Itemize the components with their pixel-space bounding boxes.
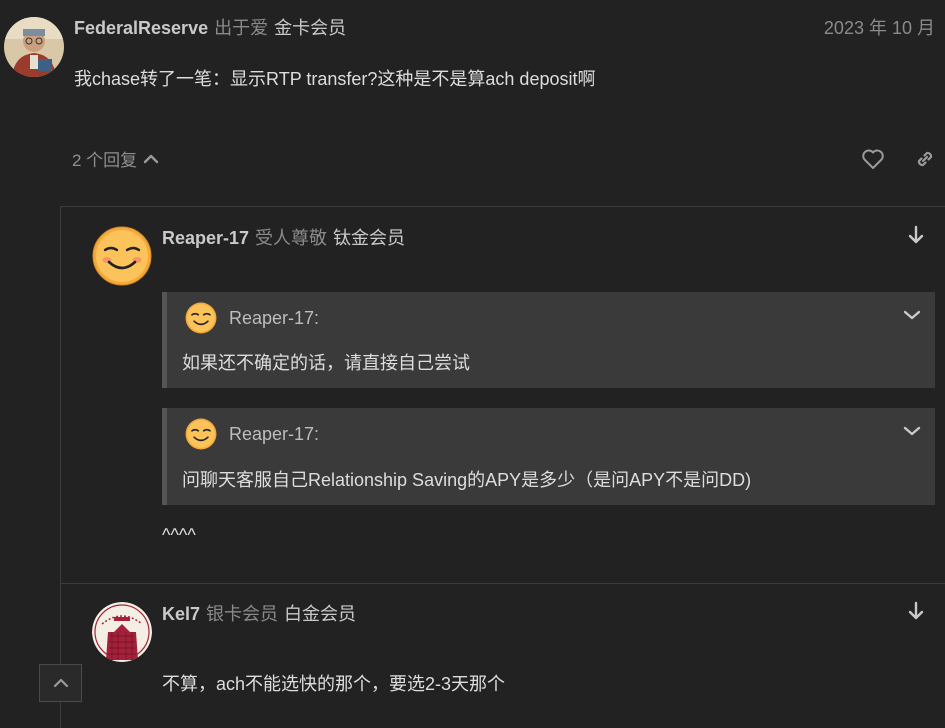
share-link-button[interactable]: [912, 146, 938, 172]
avatar-kel7[interactable]: [92, 602, 152, 662]
heart-icon: [862, 149, 884, 169]
chevron-down-icon: [903, 310, 921, 320]
link-icon: [917, 151, 933, 167]
arrow-down-icon: [908, 225, 924, 244]
username-reaper-17[interactable]: Reaper-17: [162, 228, 249, 248]
avatar-federalreserve[interactable]: [4, 17, 64, 77]
like-button[interactable]: [860, 146, 886, 172]
reply1-body: ^^^^: [162, 525, 196, 545]
reply2-body: 不算，ach不能选快的那个，要选2-3天那个: [162, 674, 506, 694]
scroll-to-top-button[interactable]: [39, 664, 82, 702]
user-group-flair[interactable]: 钛金会员: [333, 228, 405, 248]
user-title-flair: 出于爱: [214, 18, 269, 38]
post-body: 我chase转了一笔：显示RTP transfer?这种是不是算ach depo…: [74, 69, 596, 89]
quote-author: Reaper-17:: [229, 423, 320, 444]
quote-header: Reaper-17:: [185, 418, 319, 450]
show-replies-button[interactable]: 2 个回复: [72, 146, 159, 171]
reply2-author-line: Kel7 银卡会员 白金会员: [162, 600, 356, 626]
chevron-up-icon: [143, 154, 159, 163]
seal-avatar-image: [92, 602, 152, 662]
quote-header: Reaper-17:: [185, 302, 319, 334]
jump-to-post-button[interactable]: [903, 222, 929, 248]
quote-text: 如果还不确定的话，请直接自己尝试: [182, 353, 470, 373]
user-title-flair: 银卡会员: [206, 604, 279, 624]
quote-text: 问聊天客服自己Relationship Saving的APY是多少（是问APY不…: [182, 470, 752, 490]
smiley-avatar-icon: [185, 302, 217, 334]
reply1-author-line: Reaper-17 受人尊敬 钛金会员: [162, 224, 405, 250]
jump-to-post-button[interactable]: [903, 598, 929, 624]
user-title-flair: 受人尊敬: [255, 228, 328, 248]
expand-quote-button[interactable]: [901, 304, 923, 326]
quote-block-1: Reaper-17: 如果还不确定的话，请直接自己尝试: [162, 292, 935, 388]
replies-count-label: 2 个回复: [72, 151, 138, 170]
expand-quote-button[interactable]: [901, 420, 923, 442]
reply-divider: [61, 583, 945, 584]
smiley-avatar-icon: [185, 418, 217, 450]
smiley-avatar-icon: [92, 226, 152, 286]
quote-block-2: Reaper-17: 问聊天客服自己Relationship Saving的AP…: [162, 408, 935, 505]
username-federalreserve[interactable]: FederalReserve: [74, 18, 208, 38]
post-date[interactable]: 2023 年 10 月: [824, 14, 935, 40]
user-group-flair[interactable]: 白金会员: [284, 604, 356, 624]
quote-author: Reaper-17:: [229, 307, 320, 328]
chevron-up-icon: [53, 678, 68, 688]
username-kel7[interactable]: Kel7: [162, 604, 200, 624]
arrow-down-icon: [908, 601, 924, 620]
avatar-reaper-17[interactable]: [92, 226, 152, 286]
chevron-down-icon: [903, 426, 921, 436]
post-author-line: FederalReserve 出于爱 金卡会员: [74, 14, 346, 40]
user-group-flair[interactable]: 金卡会员: [274, 18, 346, 38]
federalreserve-avatar-image: [4, 17, 64, 77]
